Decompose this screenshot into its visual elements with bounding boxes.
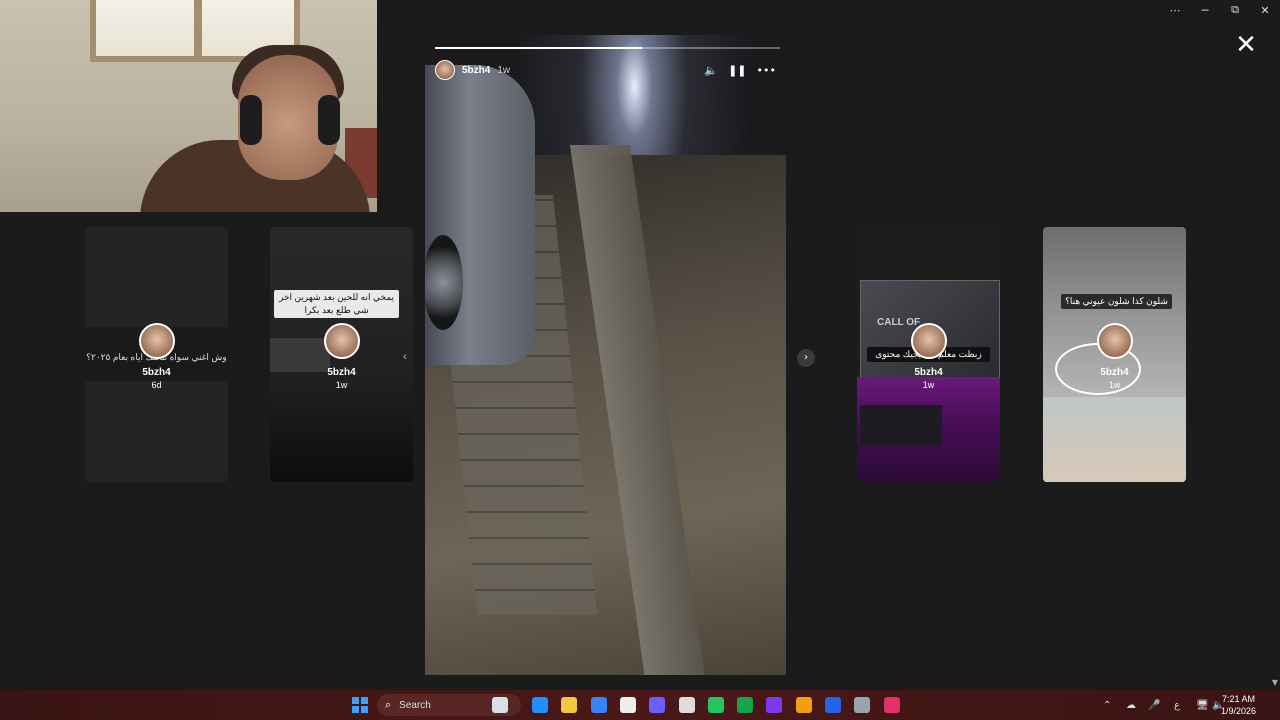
chevron-left-icon: ‹ — [403, 349, 407, 363]
taskbar-app-icon[interactable] — [825, 697, 841, 713]
story-username: 5bzh4 — [914, 367, 943, 378]
story-progress-fill — [435, 47, 642, 49]
keyboard-image — [860, 405, 942, 445]
taskbar-app-icon[interactable] — [854, 697, 871, 713]
main-story[interactable]: 5bzh4 1w 🔈 ❚❚ ••• — [425, 35, 786, 675]
story-progress-bar — [435, 47, 780, 49]
close-window-button[interactable]: ✕ — [1250, 0, 1280, 20]
story-age: 1w — [1108, 380, 1121, 390]
pause-icon[interactable]: ❚❚ — [728, 64, 746, 77]
taskbar-copilot-icon[interactable] — [619, 697, 636, 713]
search-placeholder: Search — [399, 699, 431, 711]
windows-start-icon[interactable] — [352, 697, 368, 713]
avatar — [1096, 323, 1133, 359]
language-indicator[interactable]: ع — [1174, 690, 1180, 720]
taskbar-app-icon[interactable] — [737, 697, 754, 713]
microphone-icon[interactable]: 🎤 — [1148, 690, 1160, 720]
clock-time: 7:21 AM — [1221, 694, 1255, 704]
monitor-text: CALL OF — [877, 317, 921, 328]
taskbar-app-icon[interactable] — [707, 697, 724, 713]
close-viewer-button[interactable]: ✕ — [1234, 32, 1258, 58]
volume-icon[interactable]: 🔈 — [704, 64, 718, 77]
taskbar-task-view-icon[interactable] — [532, 697, 548, 713]
search-icon: ⌕ — [385, 698, 392, 711]
headphone-right — [318, 95, 340, 145]
taskbar-instagram-icon[interactable] — [883, 697, 900, 713]
taskbar-app-icon[interactable] — [678, 697, 695, 713]
more-options-icon[interactable]: ••• — [757, 64, 776, 77]
network-icon[interactable]: 🖥 — [1196, 690, 1209, 720]
story-thumbnail-3[interactable]: CALL OF زبطت معلم الا ديجيك محتوى 5bzh4 … — [857, 227, 1000, 482]
story-thumbnail-4[interactable]: شلون كذا شلون عيوني هنا؟ 5bzh4 1w — [1043, 227, 1186, 482]
story-age: 1w — [335, 380, 348, 390]
taskbar-widgets-icon[interactable] — [492, 697, 508, 713]
taskbar-edge-icon[interactable] — [561, 697, 578, 713]
avatar — [323, 323, 360, 359]
headphone-left — [240, 95, 262, 145]
story-username: 5bzh4 — [142, 367, 171, 378]
mirror-image — [1043, 397, 1186, 482]
story-thumbnail-1[interactable]: وش اغني سواه تتخلك اياه بعام ٢٠٢٥؟ 5bzh4… — [85, 227, 228, 482]
next-story-button[interactable]: › — [797, 349, 815, 367]
taskbar-app-icon[interactable] — [766, 697, 783, 713]
taskbar-store-icon[interactable] — [649, 697, 666, 713]
scroll-down-arrow[interactable]: ▼ — [1272, 678, 1278, 687]
more-options-button[interactable]: ⋯ — [1160, 0, 1190, 20]
onedrive-icon[interactable]: ☁ — [1126, 690, 1136, 720]
system-clock[interactable]: 7:21 AM 1/9/2026 — [1221, 693, 1256, 717]
story-username: 5bzh4 — [327, 367, 356, 378]
restore-button[interactable]: ⧉ — [1220, 0, 1250, 20]
avatar[interactable] — [435, 60, 455, 80]
story-age: 1w — [922, 380, 935, 390]
taskbar: ⌕ Search ⌃ ☁ 🎤 ع 🖥 🔈 7:21 AM 1/9/2026 — [0, 690, 1280, 720]
webcam-overlay — [0, 0, 377, 212]
clock-date: 1/9/2026 — [1220, 706, 1256, 716]
story-thumbnail-2[interactable]: يمخي انه للحين بعد شهرين اخر شي طلع بعد … — [270, 227, 413, 482]
avatar — [138, 323, 175, 359]
avatar — [910, 323, 947, 359]
story-caption: شلون كذا شلون عيوني هنا؟ — [1061, 294, 1172, 309]
taskbar-file-explorer-icon[interactable] — [590, 697, 607, 713]
story-age: 6d — [151, 380, 162, 390]
story-header: 5bzh4 1w 🔈 ❚❚ ••• — [435, 59, 776, 81]
tray-overflow-icon[interactable]: ⌃ — [1103, 690, 1111, 720]
story-age: 1w — [497, 64, 511, 76]
story-username: 5bzh4 — [1100, 367, 1129, 378]
window-controls: ⋯ ─ ⧉ ✕ — [1160, 0, 1280, 20]
story-username[interactable]: 5bzh4 — [462, 65, 490, 76]
minimize-button[interactable]: ─ — [1190, 0, 1220, 20]
taskbar-chrome-icon[interactable] — [795, 697, 812, 713]
story-caption: يمخي انه للحين بعد شهرين اخر شي طلع بعد … — [274, 290, 399, 318]
